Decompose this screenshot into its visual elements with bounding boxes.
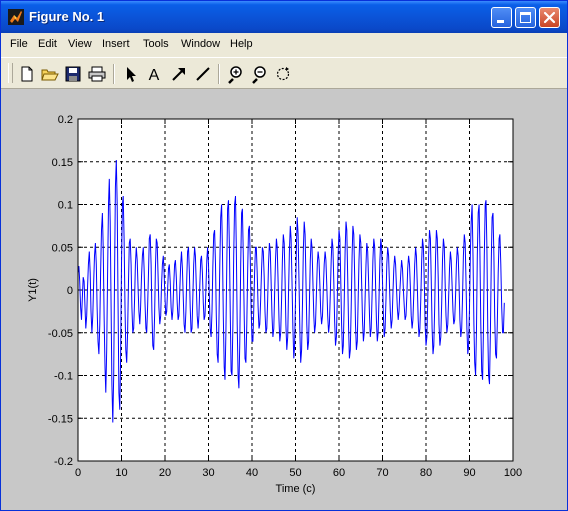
x-tick-label: 40 — [246, 467, 258, 479]
menu-insert[interactable]: Insert — [102, 38, 130, 50]
figure-toolbar: A — [1, 57, 567, 89]
new-file-button[interactable] — [17, 64, 37, 84]
insert-line-button[interactable] — [193, 64, 213, 84]
select-arrow-icon — [127, 67, 136, 82]
y-tick-label: -0.2 — [54, 456, 73, 468]
insert-text-button[interactable]: A — [144, 64, 164, 84]
zoom-out-button[interactable] — [249, 64, 269, 84]
line-chart[interactable]: 0 10 20 30 40 50 60 70 80 90 100 0.20.150.10.050-0… — [1, 89, 567, 510]
maximize-button[interactable] — [515, 7, 536, 28]
rotate-button[interactable] — [273, 64, 293, 84]
x-tick-label: 70 — [376, 467, 388, 479]
y-tick-label: -0.1 — [54, 371, 73, 383]
x-tick-labels: 0 10 20 30 40 50 60 70 80 90 100 — [75, 467, 522, 479]
menu-bar: File Edit View Insert Tools Window Help — [1, 33, 567, 57]
x-tick-label: 0 — [75, 467, 81, 479]
y-axis-label: Y1(t) — [27, 278, 39, 302]
minimize-icon — [497, 20, 504, 23]
x-tick-label: 60 — [333, 467, 345, 479]
x-axis-label: Time (c) — [276, 483, 316, 495]
zoom-in-icon — [228, 66, 242, 84]
insert-arrow-button[interactable] — [169, 64, 189, 84]
insert-text-icon: A — [149, 67, 160, 84]
x-tick-label: 10 — [115, 467, 127, 479]
maximize-icon — [520, 12, 531, 23]
y-tick-label: 0 — [67, 285, 73, 297]
x-tick-label: 90 — [463, 467, 475, 479]
figure-canvas: 0 10 20 30 40 50 60 70 80 90 100 0.2 0.15 0.1 0.05 0 -0… — [1, 89, 567, 510]
x-tick-label: 50 — [289, 467, 301, 479]
x-tick-label: 80 — [420, 467, 432, 479]
minimize-button[interactable] — [491, 7, 512, 28]
close-button[interactable] — [539, 7, 560, 28]
x-tick-label: 100 — [504, 467, 522, 479]
figure-window: Figure No. 1 File Edit View Insert Tools… — [0, 0, 568, 511]
insert-line-icon — [196, 67, 210, 81]
menu-view[interactable]: View — [68, 38, 92, 50]
y-tick-label: -0.05 — [48, 328, 73, 340]
toolbar-separator — [218, 64, 220, 84]
save-icon — [65, 66, 81, 82]
matlab-logo-icon — [8, 9, 24, 25]
insert-arrow-icon — [172, 68, 185, 81]
save-button[interactable] — [63, 64, 83, 84]
y-tick-labels: 0.2 0.15 0.1 0.05 0 -0.05 -0.1 -0.15 -0.2 — [48, 114, 73, 468]
print-icon — [88, 66, 106, 82]
select-button[interactable] — [120, 64, 140, 84]
new-file-icon — [21, 66, 33, 82]
menu-edit[interactable]: Edit — [38, 38, 57, 50]
print-button[interactable] — [87, 64, 107, 84]
menu-window[interactable]: Window — [181, 38, 220, 50]
open-button[interactable] — [40, 64, 60, 84]
svg-text:A: A — [149, 67, 160, 84]
y-tick-label: 0.1 — [58, 200, 73, 212]
y-tick-label: -0.15 — [48, 413, 73, 425]
zoom-in-button[interactable] — [225, 64, 245, 84]
x-tick-label: 30 — [202, 467, 214, 479]
window-title: Figure No. 1 — [29, 9, 105, 24]
title-bar[interactable]: Figure No. 1 — [1, 1, 567, 33]
close-icon — [543, 11, 556, 24]
y-tick-label: 0.2 — [58, 114, 73, 126]
open-folder-icon — [41, 69, 59, 81]
y-tick-label: 0.15 — [52, 157, 73, 169]
toolbar-grip[interactable] — [8, 63, 13, 83]
y-tick-label: 0.05 — [52, 242, 73, 254]
toolbar-separator — [113, 64, 115, 84]
rotate-icon — [276, 67, 290, 81]
menu-file[interactable]: File — [10, 38, 28, 50]
menu-tools[interactable]: Tools — [143, 38, 169, 50]
zoom-out-icon — [252, 66, 266, 84]
menu-help[interactable]: Help — [230, 38, 253, 50]
x-tick-label: 20 — [159, 467, 171, 479]
